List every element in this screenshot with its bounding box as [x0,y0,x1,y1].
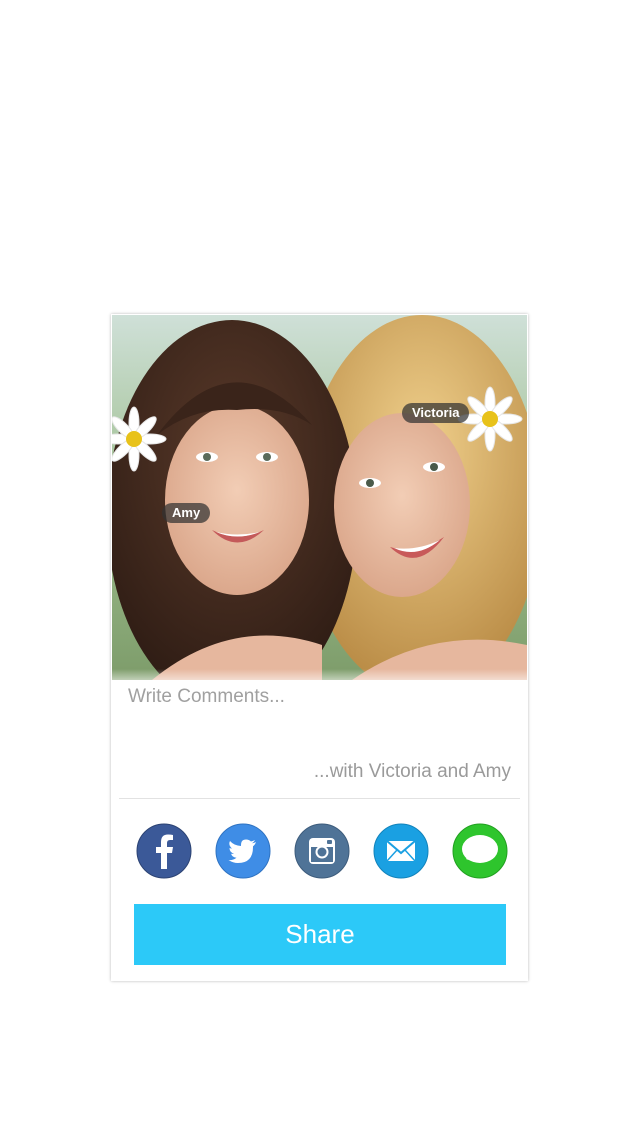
instagram-share-button[interactable] [294,823,350,879]
face-tag-victoria[interactable]: Victoria [402,403,470,423]
share-card: Victoria Amy ...with Victoria and Amy [111,314,528,981]
tagged-friends-text: ...with Victoria and Amy [313,761,511,782]
mail-share-button[interactable] [373,823,429,879]
divider [119,798,520,799]
mail-icon [373,823,429,879]
comment-input[interactable] [128,686,508,746]
comment-area: ...with Victoria and Amy [111,680,528,798]
photo: Victoria Amy [112,315,527,680]
twitter-share-button[interactable] [215,823,271,879]
share-button[interactable]: Share [134,904,506,965]
messages-share-button[interactable] [452,823,508,879]
twitter-icon [215,823,271,879]
face-tag-amy[interactable]: Amy [162,503,211,523]
share-targets [136,823,508,879]
messages-icon [452,823,508,879]
facebook-share-button[interactable] [136,823,192,879]
facebook-icon [136,823,192,879]
instagram-icon [294,823,350,879]
photo-image [112,315,527,680]
